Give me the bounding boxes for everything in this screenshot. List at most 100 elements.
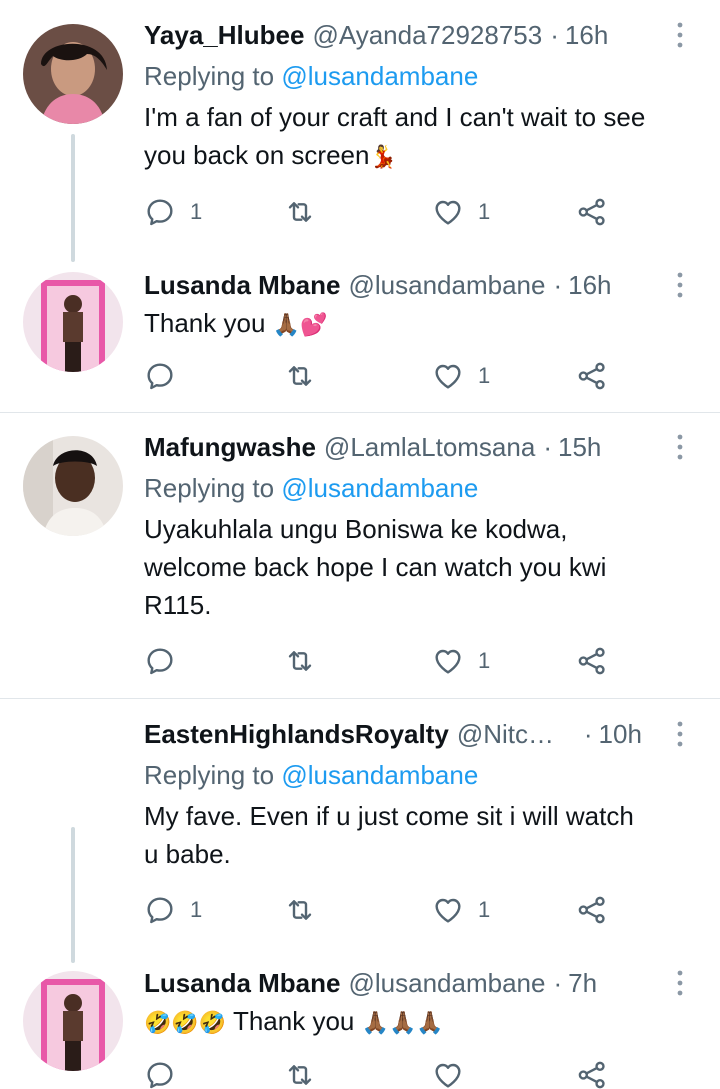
- reply-icon: [144, 645, 176, 677]
- tweet-eastenhighlandsroyalty[interactable]: EastenHighlandsRoyalty @NitcKomsana · 10…: [0, 699, 720, 963]
- like-button[interactable]: 1: [432, 194, 490, 230]
- heart-icon: [432, 360, 464, 392]
- like-count: 1: [478, 897, 491, 922]
- emoji: 💃: [369, 145, 397, 170]
- more-options-icon[interactable]: [668, 20, 692, 50]
- reply-button[interactable]: 1: [144, 194, 202, 230]
- reply-icon: [144, 196, 176, 228]
- timestamp[interactable]: 10h: [599, 717, 642, 751]
- display-name[interactable]: EastenHighlandsRoyalty: [144, 717, 449, 751]
- separator-dot: ·: [583, 719, 593, 749]
- heart-icon: [432, 894, 464, 926]
- user-handle[interactable]: @NitcKomsana: [457, 717, 562, 751]
- tweet-text: I'm a fan of your craft and I can't wait…: [144, 98, 680, 177]
- reply-feed: Yaya_Hlubee @Ayanda72928753 · 16h Replyi…: [0, 0, 720, 1089]
- replying-to: Replying to @lusandambane: [144, 758, 680, 792]
- user-handle[interactable]: @Ayanda72928753: [312, 18, 542, 52]
- tweet-lusanda-mbane[interactable]: Lusanda Mbane @lusandambane · 16h Thank …: [0, 262, 720, 412]
- display-name[interactable]: Lusanda Mbane: [144, 268, 340, 302]
- tweet-header: EastenHighlandsRoyalty @NitcKomsana · 10…: [144, 717, 680, 751]
- mention-link[interactable]: @lusandambane: [281, 61, 478, 91]
- tweet-text-line: Uyakuhlala ungu Boniswa ke kodwa,: [144, 514, 568, 544]
- timestamp[interactable]: 15h: [558, 430, 601, 464]
- more-options-icon[interactable]: [668, 968, 692, 998]
- retweet-button[interactable]: [284, 643, 330, 679]
- reply-button[interactable]: [144, 358, 190, 394]
- share-icon: [576, 196, 608, 228]
- tweet-text-line: Thank you: [232, 1006, 355, 1036]
- more-options-icon[interactable]: [668, 270, 692, 300]
- action-bar: 1 1: [144, 194, 624, 230]
- share-icon: [576, 894, 608, 926]
- tweet-mafungwashe[interactable]: Mafungwashe @LamlaLtomsana · 15h Replyin…: [0, 413, 720, 698]
- user-handle[interactable]: @lusandambane: [348, 268, 545, 302]
- avatar[interactable]: [23, 272, 123, 372]
- heart-icon: [432, 196, 464, 228]
- like-button[interactable]: 1: [432, 892, 490, 928]
- reply-icon: [144, 894, 176, 926]
- display-name[interactable]: Yaya_Hlubee: [144, 18, 304, 52]
- display-name[interactable]: Mafungwashe: [144, 430, 316, 464]
- retweet-icon: [284, 894, 316, 926]
- tweet-lusanda-mbane-2[interactable]: Lusanda Mbane @lusandambane · 7h 🤣🤣🤣 Tha…: [0, 961, 720, 1089]
- retweet-button[interactable]: [284, 358, 330, 394]
- share-icon: [576, 645, 608, 677]
- share-button[interactable]: [576, 194, 608, 230]
- action-bar: [144, 1057, 624, 1089]
- separator-dot: ·: [550, 20, 559, 50]
- user-handle[interactable]: @lusandambane: [348, 966, 545, 1000]
- timestamp[interactable]: 16h: [568, 268, 611, 302]
- tweet-header: Yaya_Hlubee @Ayanda72928753 · 16h: [144, 18, 680, 52]
- avatar[interactable]: [23, 971, 123, 1071]
- display-name[interactable]: Lusanda Mbane: [144, 966, 340, 1000]
- more-options-icon[interactable]: [668, 719, 692, 749]
- share-button[interactable]: [576, 892, 608, 928]
- like-button[interactable]: 1: [432, 643, 490, 679]
- like-button[interactable]: [432, 1057, 478, 1089]
- heart-icon: [432, 1059, 464, 1089]
- reply-icon: [144, 1059, 176, 1089]
- action-bar: 1: [144, 643, 624, 679]
- user-handle[interactable]: @LamlaLtomsana: [324, 430, 535, 464]
- tweet-text-line: I'm a fan of your craft and I can't wait…: [144, 102, 646, 132]
- retweet-button[interactable]: [284, 1057, 330, 1089]
- timestamp[interactable]: 16h: [565, 18, 608, 52]
- action-bar: 1: [144, 358, 624, 394]
- emoji: 🤣🤣🤣: [144, 1011, 227, 1036]
- share-button[interactable]: [576, 358, 608, 394]
- emoji: 🙏🏾🙏🏾🙏🏾: [361, 1011, 444, 1036]
- mention-link[interactable]: @lusandambane: [281, 473, 478, 503]
- reply-button[interactable]: [144, 643, 190, 679]
- thread-line: [71, 827, 75, 963]
- more-options-icon[interactable]: [668, 432, 692, 462]
- retweet-button[interactable]: [284, 892, 330, 928]
- reply-count: 1: [190, 199, 203, 224]
- tweet-text-line: welcome back hope I can watch you kwi: [144, 552, 607, 582]
- like-count: 1: [478, 199, 491, 224]
- retweet-icon: [284, 360, 316, 392]
- share-button[interactable]: [576, 643, 608, 679]
- reply-button[interactable]: 1: [144, 892, 202, 928]
- retweet-button[interactable]: [284, 194, 330, 230]
- tweet-text-line: Thank you: [144, 308, 266, 338]
- tweet-text-line: you back on screen: [144, 140, 370, 170]
- timestamp[interactable]: 7h: [568, 966, 597, 1000]
- tweet-text-line: My fave. Even if u just come sit i will …: [144, 801, 634, 831]
- replying-to: Replying to @lusandambane: [144, 59, 680, 93]
- like-button[interactable]: 1: [432, 358, 490, 394]
- tweet-text-line: R115.: [144, 590, 212, 620]
- tweet-yaya-hlubee[interactable]: Yaya_Hlubee @Ayanda72928753 · 16h Replyi…: [0, 0, 720, 262]
- like-count: 1: [478, 363, 491, 388]
- reply-button[interactable]: [144, 1057, 190, 1089]
- tweet-header: Lusanda Mbane @lusandambane · 16h: [144, 268, 680, 302]
- tweet-text: Thank you 🙏🏾💕: [144, 304, 680, 345]
- retweet-icon: [284, 196, 316, 228]
- replying-prefix: Replying to: [144, 61, 275, 91]
- separator-dot: ·: [543, 432, 552, 462]
- tweet-text-line: u babe.: [144, 839, 231, 869]
- avatar[interactable]: [23, 24, 123, 124]
- avatar[interactable]: [23, 436, 123, 536]
- retweet-icon: [284, 645, 316, 677]
- mention-link[interactable]: @lusandambane: [281, 760, 478, 790]
- share-button[interactable]: [576, 1057, 608, 1089]
